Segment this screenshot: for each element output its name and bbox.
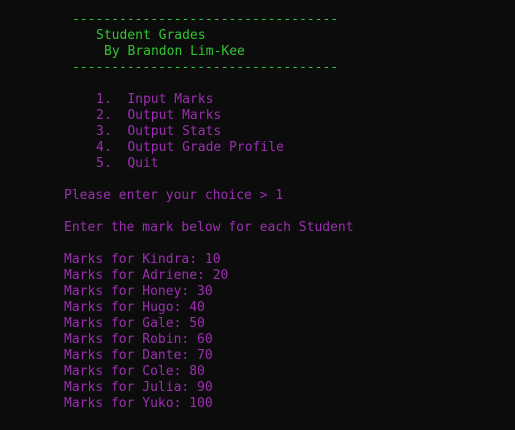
- marks-line-adriene: Marks for Adriene: 20: [64, 268, 229, 283]
- menu-item-input-marks: 1. Input Marks: [96, 92, 213, 108]
- menu-item-output-marks: 2. Output Marks: [96, 108, 221, 124]
- entry-instruction: Enter the mark below for each Student: [64, 220, 354, 235]
- header-rule-top: ----------------------------------: [72, 12, 339, 27]
- menu-item-label: Output Grade Profile: [127, 140, 284, 155]
- menu-item-output-stats: 3. Output Stats: [96, 124, 221, 140]
- marks-line-kindra: Marks for Kindra: 10: [64, 252, 221, 267]
- menu-item-number: 4.: [96, 140, 112, 155]
- marks-line-cole: Marks for Cole: 80: [64, 364, 205, 379]
- menu-item-number: 3.: [96, 124, 112, 139]
- marks-line-robin: Marks for Robin: 60: [64, 332, 213, 347]
- menu-item-number: 5.: [96, 156, 112, 171]
- menu-item-quit: 5. Quit: [96, 156, 159, 172]
- choice-prompt[interactable]: Please enter your choice > 1: [64, 188, 283, 204]
- marks-line-hugo: Marks for Hugo: 40: [64, 300, 205, 315]
- menu-item-number: 1.: [96, 92, 112, 107]
- console-window[interactable]: ---------------------------------- Stude…: [0, 0, 515, 430]
- menu-item-label: Output Stats: [127, 124, 222, 139]
- menu-item-label: Input Marks: [127, 92, 214, 107]
- app-author: By Brandon Lim-Kee: [104, 44, 245, 59]
- menu-item-label: Output Marks: [127, 108, 222, 123]
- marks-line-yuko[interactable]: Marks for Yuko: 100: [64, 396, 213, 412]
- app-title: Student Grades: [96, 28, 206, 43]
- marks-line-dante: Marks for Dante: 70: [64, 348, 213, 363]
- menu-item-output-grade-profile: 4. Output Grade Profile: [96, 140, 284, 156]
- marks-line-julia: Marks for Julia: 90: [64, 380, 213, 395]
- marks-line-gale: Marks for Gale: 50: [64, 316, 205, 331]
- menu-item-number: 2.: [96, 108, 112, 123]
- menu-item-label: Quit: [127, 156, 159, 171]
- header-rule-bottom: ----------------------------------: [72, 60, 339, 75]
- marks-line-honey: Marks for Honey: 30: [64, 284, 213, 299]
